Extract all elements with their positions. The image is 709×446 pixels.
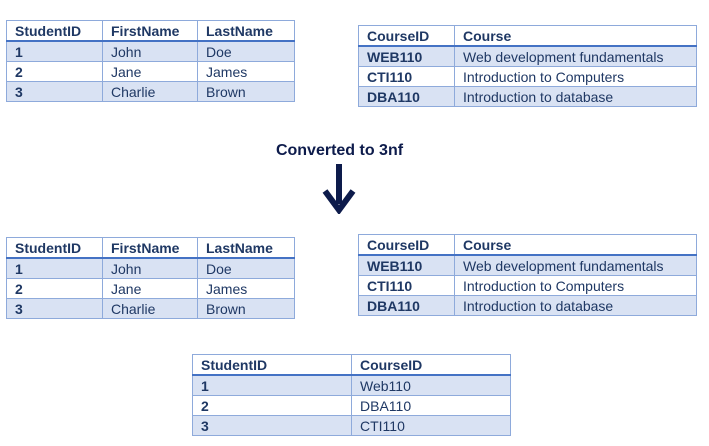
cell-student-id: 1: [6, 40, 103, 62]
cell-last-name: James: [197, 278, 295, 299]
table-row: DBA110 Introduction to database: [358, 295, 697, 316]
table-row: 3 Charlie Brown: [6, 81, 295, 102]
cell-student-id: 2: [192, 395, 352, 416]
table-header-row: StudentID FirstName LastName: [6, 20, 295, 42]
table-row: 2 Jane James: [6, 278, 295, 299]
table-row: 2 Jane James: [6, 61, 295, 82]
cell-course-id: DBA110: [358, 86, 455, 107]
cell-last-name: James: [197, 61, 295, 82]
cell-first-name: Charlie: [102, 81, 198, 102]
column-header: Course: [454, 25, 697, 47]
cell-first-name: John: [102, 40, 198, 62]
cell-student-id: 3: [192, 415, 352, 436]
table-row: 3 CTI110: [192, 415, 511, 436]
table-header-row: StudentID CourseID: [192, 354, 511, 376]
column-header: CourseID: [351, 354, 511, 376]
column-header: CourseID: [358, 234, 455, 256]
table-header-row: CourseID Course: [358, 234, 697, 256]
cell-student-id: 3: [6, 81, 103, 102]
cell-first-name: Jane: [102, 61, 198, 82]
column-header: StudentID: [192, 354, 352, 376]
conversion-caption: Converted to 3nf: [275, 142, 404, 159]
table-row: 2 DBA110: [192, 395, 511, 416]
column-header: Course: [454, 234, 697, 256]
table-row: CTI110 Introduction to Computers: [358, 275, 697, 296]
cell-last-name: Brown: [197, 81, 295, 102]
cell-course-name: Introduction to database: [454, 86, 697, 107]
table-row: CTI110 Introduction to Computers: [358, 66, 697, 87]
cell-course-name: Introduction to database: [454, 295, 697, 316]
table-header-row: StudentID FirstName LastName: [6, 237, 295, 259]
table-row: WEB110 Web development fundamentals: [358, 254, 697, 276]
cell-course-id: DBA110: [351, 395, 511, 416]
cell-course-name: Web development fundamentals: [454, 45, 697, 67]
cell-first-name: Jane: [102, 278, 198, 299]
cell-last-name: Doe: [197, 257, 295, 279]
column-header: LastName: [197, 20, 295, 42]
table-row: 1 Web110: [192, 374, 511, 396]
column-header: FirstName: [102, 20, 198, 42]
column-header: StudentID: [6, 20, 103, 42]
top-students-table: StudentID FirstName LastName 1 John Doe …: [6, 20, 295, 102]
table-header-row: CourseID Course: [358, 25, 697, 47]
cell-student-id: 1: [192, 374, 352, 396]
column-header: FirstName: [102, 237, 198, 259]
table-row: DBA110 Introduction to database: [358, 86, 697, 107]
table-row: WEB110 Web development fundamentals: [358, 45, 697, 67]
table-row: 1 John Doe: [6, 40, 295, 62]
cell-course-name: Introduction to Computers: [454, 66, 697, 87]
column-header: StudentID: [6, 237, 103, 259]
cell-student-id: 1: [6, 257, 103, 279]
down-arrow-icon: [322, 164, 356, 214]
cell-first-name: John: [102, 257, 198, 279]
student-course-link-table: StudentID CourseID 1 Web110 2 DBA110 3 C…: [192, 354, 511, 436]
column-header: CourseID: [358, 25, 455, 47]
cell-course-id: DBA110: [358, 295, 455, 316]
cell-course-id: Web110: [351, 374, 511, 396]
cell-course-id: CTI110: [351, 415, 511, 436]
cell-student-id: 2: [6, 61, 103, 82]
normalized-courses-table: CourseID Course WEB110 Web development f…: [358, 234, 697, 316]
cell-last-name: Brown: [197, 298, 295, 319]
cell-student-id: 2: [6, 278, 103, 299]
cell-course-name: Web development fundamentals: [454, 254, 697, 276]
top-courses-table: CourseID Course WEB110 Web development f…: [358, 25, 697, 107]
cell-course-id: CTI110: [358, 275, 455, 296]
cell-course-id: WEB110: [358, 45, 455, 67]
normalized-students-table: StudentID FirstName LastName 1 John Doe …: [6, 237, 295, 319]
table-row: 3 Charlie Brown: [6, 298, 295, 319]
table-row: 1 John Doe: [6, 257, 295, 279]
column-header: LastName: [197, 237, 295, 259]
cell-last-name: Doe: [197, 40, 295, 62]
cell-course-id: CTI110: [358, 66, 455, 87]
cell-student-id: 3: [6, 298, 103, 319]
cell-first-name: Charlie: [102, 298, 198, 319]
cell-course-name: Introduction to Computers: [454, 275, 697, 296]
cell-course-id: WEB110: [358, 254, 455, 276]
